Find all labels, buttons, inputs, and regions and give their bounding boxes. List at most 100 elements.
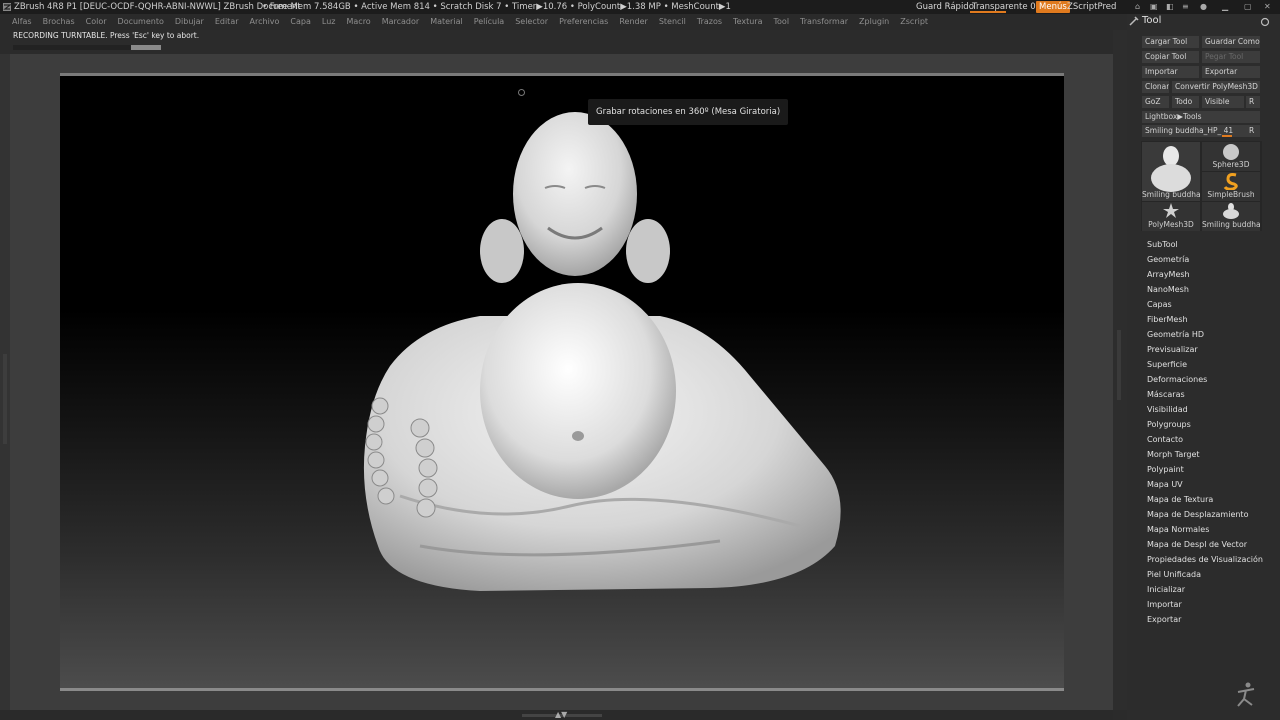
polymesh3d-icon — [1163, 203, 1179, 218]
goz-r-button[interactable]: R — [1246, 96, 1260, 108]
submenu-inicializar[interactable]: Inicializar — [1147, 585, 1185, 594]
menu-archivo[interactable]: Archivo — [250, 17, 280, 26]
export-button[interactable]: Exportar — [1202, 66, 1260, 78]
submenu-mapa-textura[interactable]: Mapa de Textura — [1147, 495, 1213, 504]
active-tool-r-button[interactable]: R — [1246, 125, 1260, 137]
right-shelf-grip[interactable] — [1117, 330, 1121, 400]
memory-stats: • Free Mem 7.584GB • Active Mem 814 • Sc… — [262, 2, 731, 12]
active-tool-slider[interactable]: Smiling buddha_HP_ 41 — [1142, 125, 1258, 137]
lightbox-tools-button[interactable]: Lightbox▶Tools — [1142, 111, 1260, 123]
submenu-contacto[interactable]: Contacto — [1147, 435, 1183, 444]
submenu-geometria[interactable]: Geometría — [1147, 255, 1189, 264]
default-zscript-button[interactable]: ZScriptPred — [1067, 0, 1116, 14]
submenu-capas[interactable]: Capas — [1147, 300, 1172, 309]
goz-visible-button[interactable]: Visible — [1202, 96, 1244, 108]
submenu-exportar[interactable]: Exportar — [1147, 615, 1181, 624]
simplebrush-icon — [1223, 173, 1238, 191]
submenu-deformaciones[interactable]: Deformaciones — [1147, 375, 1207, 384]
import-button[interactable]: Importar — [1142, 66, 1199, 78]
transparent-slider-fill — [970, 11, 1006, 13]
submenu-mapa-despl-vector[interactable]: Mapa de Despl de Vector — [1147, 540, 1247, 549]
layout-icon[interactable]: ▣ — [1150, 1, 1158, 13]
menu-textura[interactable]: Textura — [733, 17, 762, 26]
thumb-label-smiling-buddha-2: Smiling buddha_ — [1202, 220, 1260, 229]
script-icon[interactable]: ≡ — [1182, 1, 1189, 13]
quick-save-button[interactable]: Guard Rápido — [916, 0, 974, 14]
bottom-shelf: ▲▼ — [0, 710, 1113, 720]
refresh-icon[interactable] — [1260, 17, 1270, 27]
swatch-icon[interactable]: ◧ — [1166, 1, 1174, 13]
canvas-bottom-edge — [60, 688, 1064, 691]
submenu-superficie[interactable]: Superficie — [1147, 360, 1187, 369]
submenu-arraymesh[interactable]: ArrayMesh — [1147, 270, 1190, 279]
buddha-model[interactable] — [60, 76, 1064, 691]
menu-editar[interactable]: Editar — [215, 17, 239, 26]
save-as-button[interactable]: Guardar Como — [1202, 36, 1260, 48]
paste-tool-button[interactable]: Pegar Tool — [1202, 51, 1260, 63]
menu-stencil[interactable]: Stencil — [659, 17, 686, 26]
record-icon[interactable]: ● — [1200, 1, 1207, 13]
thumb-label-simplebrush: SimpleBrush — [1207, 190, 1255, 199]
load-tool-button[interactable]: Cargar Tool — [1142, 36, 1199, 48]
expand-arrows-icon[interactable]: ▲▼ — [555, 710, 567, 719]
submenu-mascaras[interactable]: Máscaras — [1147, 390, 1185, 399]
submenu-geometria-hd[interactable]: Geometría HD — [1147, 330, 1204, 339]
left-shelf-grip[interactable] — [3, 354, 7, 444]
menu-macro[interactable]: Macro — [346, 17, 370, 26]
close-icon[interactable]: ✕ — [1264, 1, 1271, 13]
menu-transformar[interactable]: Transformar — [800, 17, 848, 26]
zbrush-logo-icon — [3, 3, 12, 11]
menu-pelicula[interactable]: Película — [474, 17, 505, 26]
menu-preferencias[interactable]: Preferencias — [559, 17, 608, 26]
submenu-polygroups[interactable]: Polygroups — [1147, 420, 1191, 429]
menu-bar: Alfas Brochas Color Documento Dibujar Editar A… — [0, 14, 1110, 30]
menu-capa[interactable]: Capa — [290, 17, 310, 26]
document-canvas[interactable] — [60, 73, 1064, 691]
submenu-visibilidad[interactable]: Visibilidad — [1147, 405, 1188, 414]
menu-zplugin[interactable]: Zplugin — [859, 17, 889, 26]
menu-render[interactable]: Render — [619, 17, 647, 26]
menu-material[interactable]: Material — [430, 17, 463, 26]
copy-tool-button[interactable]: Copiar Tool — [1142, 51, 1199, 63]
active-tool-slider-fill — [1222, 135, 1232, 137]
mouse-cursor — [518, 89, 525, 96]
left-shelf — [0, 54, 10, 710]
submenu-mapa-normales[interactable]: Mapa Normales — [1147, 525, 1209, 534]
menu-color[interactable]: Color — [86, 17, 107, 26]
submenu-mapa-uv[interactable]: Mapa UV — [1147, 480, 1183, 489]
menu-trazos[interactable]: Trazos — [697, 17, 722, 26]
tool-brush-icon — [1129, 16, 1139, 26]
maximize-icon[interactable]: ▢ — [1244, 1, 1252, 13]
submenu-polypaint[interactable]: Polypaint — [1147, 465, 1184, 474]
menu-dibujar[interactable]: Dibujar — [175, 17, 204, 26]
menu-tool[interactable]: Tool — [774, 17, 790, 26]
zbrush-figure-logo-icon — [1237, 682, 1255, 707]
submenu-morph-target[interactable]: Morph Target — [1147, 450, 1200, 459]
menu-zscript[interactable]: Zscript — [900, 17, 928, 26]
menu-luz[interactable]: Luz — [322, 17, 336, 26]
sphere3d-icon — [1223, 144, 1239, 160]
submenu-subtool[interactable]: SubTool — [1147, 240, 1178, 249]
clone-button[interactable]: Clonar — [1142, 81, 1169, 93]
menu-selector[interactable]: Selector — [515, 17, 548, 26]
submenu-previsualizar[interactable]: Previsualizar — [1147, 345, 1198, 354]
goz-button[interactable]: GoZ — [1142, 96, 1169, 108]
menu-documento[interactable]: Documento — [118, 17, 164, 26]
menu-brochas[interactable]: Brochas — [43, 17, 75, 26]
menu-marcador[interactable]: Marcador — [382, 17, 419, 26]
menus-button[interactable]: Menús — [1036, 1, 1070, 13]
convert-polymesh-button[interactable]: Convertir PolyMesh3D — [1172, 81, 1260, 93]
goz-all-button[interactable]: Todo — [1172, 96, 1199, 108]
menu-alfas[interactable]: Alfas — [12, 17, 32, 26]
submenu-importar[interactable]: Importar — [1147, 600, 1182, 609]
submenu-piel-unificada[interactable]: Piel Unificada — [1147, 570, 1201, 579]
recording-progress-fill — [131, 45, 161, 50]
home-icon[interactable]: ⌂ — [1135, 1, 1140, 13]
submenu-fibermesh[interactable]: FiberMesh — [1147, 315, 1188, 324]
submenu-mapa-desplazamiento[interactable]: Mapa de Desplazamiento — [1147, 510, 1248, 519]
submenu-nanomesh[interactable]: NanoMesh — [1147, 285, 1189, 294]
submenu-propiedades-visualizacion[interactable]: Propiedades de Visualización — [1147, 555, 1263, 564]
buddha-small-thumbnail-icon — [1223, 203, 1239, 219]
right-shelf — [1113, 30, 1127, 710]
minimize-icon[interactable]: ▁ — [1222, 1, 1228, 13]
